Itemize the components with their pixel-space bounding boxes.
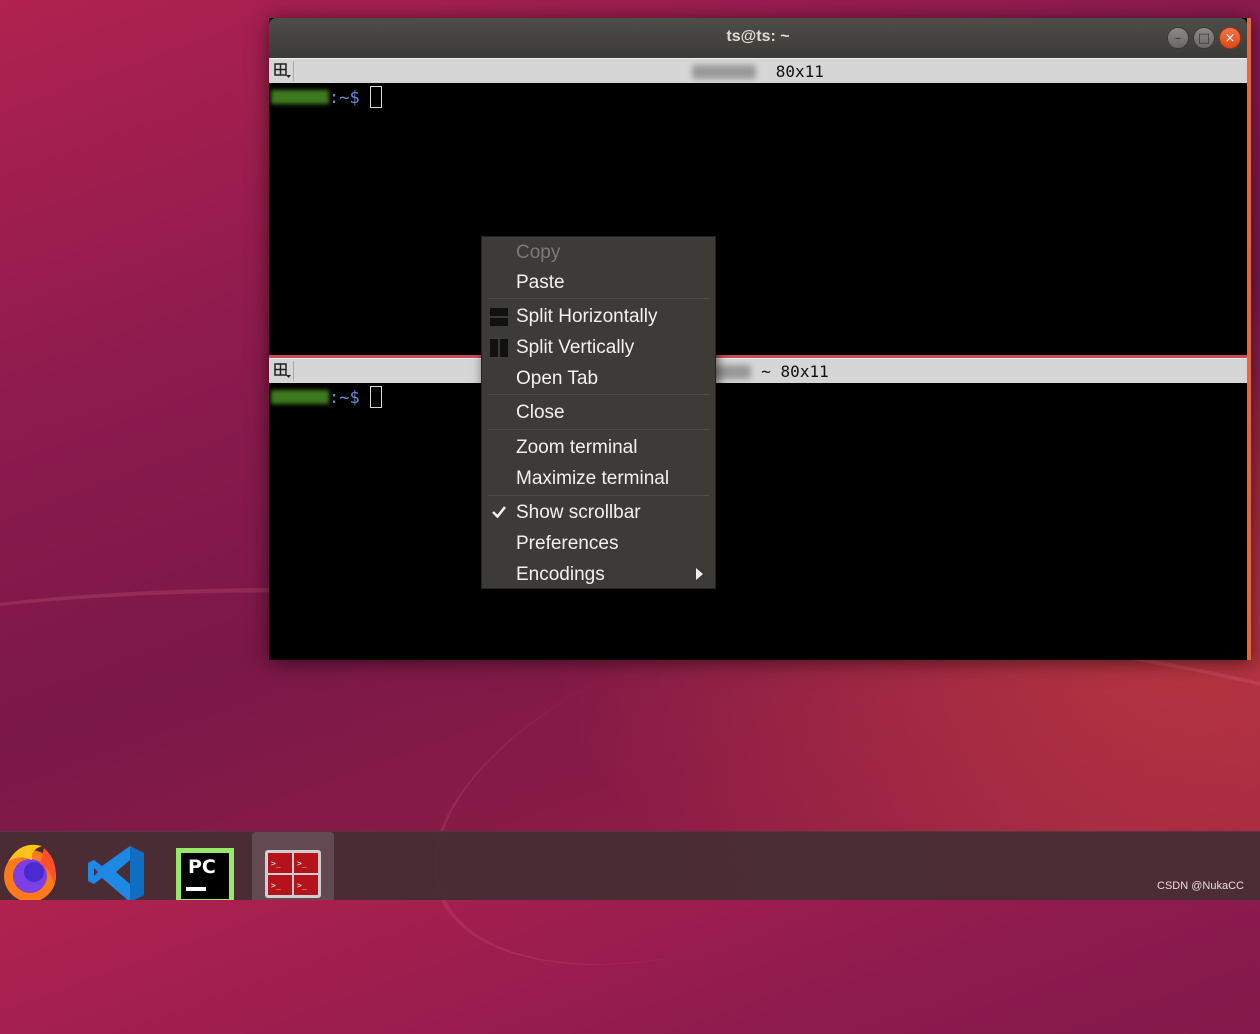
menu-item-split-vertically[interactable]: Split Vertically	[516, 334, 634, 362]
dock-pycharm[interactable]: PC	[172, 832, 238, 904]
pane-title-label: 80x11	[269, 62, 1247, 81]
menu-separator	[488, 429, 709, 430]
menu-item-open-tab[interactable]: Open Tab	[516, 365, 598, 393]
shell-prompt: :~$	[271, 386, 382, 408]
menu-item-copy[interactable]: Copy	[516, 239, 560, 267]
menu-item-paste[interactable]: Paste	[516, 269, 565, 297]
menu-separator	[488, 495, 709, 496]
redacted-host	[692, 65, 757, 79]
maximize-button[interactable]: □	[1193, 27, 1215, 49]
window-title: ts@ts: ~	[726, 28, 790, 45]
text-cursor	[369, 386, 382, 408]
minimize-button[interactable]: –	[1167, 27, 1189, 49]
menu-item-encodings[interactable]: Encodings	[516, 561, 605, 589]
menu-item-split-horizontally[interactable]: Split Horizontally	[516, 303, 658, 331]
split-horizontal-icon	[490, 308, 508, 326]
svg-text:>_: >_	[271, 881, 281, 890]
redacted-user	[271, 390, 329, 404]
menu-item-zoom-terminal[interactable]: Zoom terminal	[516, 434, 637, 462]
menu-item-show-scrollbar[interactable]: Show scrollbar	[516, 499, 641, 527]
terminal-pane-bottom[interactable]: :~$	[269, 383, 1247, 660]
dock-firefox[interactable]	[0, 832, 64, 902]
menu-item-preferences[interactable]: Preferences	[516, 530, 618, 558]
terminator-window: ts@ts: ~ – □ × 80x11 :~$ ~ 80x11:~$	[269, 18, 1251, 660]
pane-titlebar-top: 80x11	[269, 58, 1247, 84]
window-titlebar[interactable]: ts@ts: ~ – □ ×	[269, 18, 1247, 58]
shell-prompt: :~$	[271, 86, 382, 108]
menu-item-maximize-terminal[interactable]: Maximize terminal	[516, 465, 669, 493]
text-cursor	[369, 86, 382, 108]
terminator-icon: >_ >_ >_ >_	[265, 850, 321, 898]
menu-separator	[488, 394, 709, 395]
dock-terminator[interactable]: >_ >_ >_ >_	[252, 832, 334, 900]
close-button[interactable]: ×	[1219, 27, 1241, 49]
context-menu: Copy Paste Split Horizontally Split Vert…	[481, 236, 716, 589]
firefox-icon	[4, 844, 56, 902]
svg-text:>_: >_	[271, 859, 281, 868]
split-vertical-icon	[490, 339, 508, 357]
pycharm-label: PC	[188, 856, 216, 878]
submenu-arrow-icon	[696, 568, 703, 580]
svg-text:>_: >_	[297, 881, 307, 890]
dock: PC >_ >_ >_ >_ CSDN @NukaCC	[0, 831, 1260, 904]
menu-separator	[488, 298, 709, 299]
checkmark-icon	[492, 506, 506, 519]
pane-title-label: ~ 80x11	[269, 362, 1247, 381]
pane-titlebar-bottom: ~ 80x11	[269, 358, 1247, 384]
vscode-icon	[88, 846, 144, 902]
dock-vscode[interactable]	[84, 832, 150, 902]
svg-text:>_: >_	[297, 859, 307, 868]
watermark-text: CSDN @NukaCC	[1157, 880, 1244, 892]
terminal-pane-top[interactable]: :~$	[269, 83, 1247, 355]
menu-item-close[interactable]: Close	[516, 399, 565, 427]
redacted-user	[271, 90, 329, 104]
